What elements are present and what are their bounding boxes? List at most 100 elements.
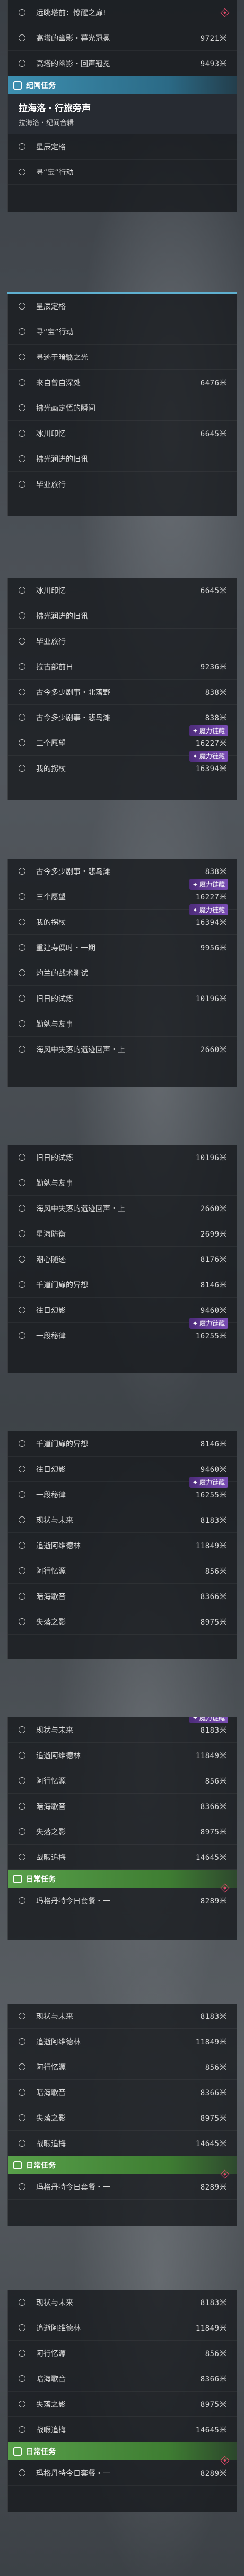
quest-row[interactable]: 现状与未来 8183米 [8, 2004, 237, 2029]
quest-row[interactable]: 重建寿偶时・一期 9956米 [8, 935, 237, 960]
quest-row[interactable]: 追逝阿维德林 11849米 [8, 2029, 237, 2054]
book-icon [13, 81, 22, 90]
quest-row[interactable]: 勤勉与友事 [8, 1170, 237, 1196]
quest-row[interactable]: 毕业旅行 [8, 472, 237, 497]
quest-row[interactable]: 我的拐杖 16394米 ✦ 魔力链藏 [8, 751, 237, 781]
quest-row[interactable]: 冰川印忆 6645米 [8, 421, 237, 446]
quest-status-circle-icon [19, 2401, 25, 2407]
quest-status-circle-icon [19, 714, 25, 721]
quest-status-circle-icon [19, 2426, 25, 2433]
quest-row[interactable]: 寻“宝”行动 [8, 160, 237, 185]
quest-row[interactable]: 千道门扉的异想 8146米 [8, 1272, 237, 1298]
quest-status-circle-icon [19, 1516, 25, 1523]
quest-row[interactable]: 一段秘律 16255米 ✦ 魔力链藏 [8, 1318, 237, 1348]
quest-row[interactable]: 现状与未来 8183米 [8, 1507, 237, 1533]
quest-status-circle-icon [19, 2013, 25, 2019]
section-header-daily[interactable]: 日常任务 [8, 2156, 237, 2174]
quest-row[interactable]: 拂光画定悟的瞬间 [8, 395, 237, 421]
calendar-icon [13, 2447, 22, 2456]
quest-row[interactable]: 阿行忆源 856米 [8, 1768, 237, 1794]
quest-status-circle-icon [19, 1777, 25, 1784]
quest-row[interactable]: 古今多少剧事・北落野 838米 [8, 680, 237, 705]
magic-tag: ✦ 魔力链藏 [189, 1318, 228, 1329]
quest-status-circle-icon [19, 638, 25, 645]
quest-row[interactable]: 灼兰的战术测试 [8, 960, 237, 986]
section-header-daily[interactable]: 日常任务 [8, 1870, 237, 1888]
quest-list-panel: 远眺塔前：惊醒之扉! 高塔的幽影・暮光冠冕 9721米 高塔的幽影・回声冠冕 949… [7, 0, 237, 212]
quest-row[interactable]: 阿行忆源 856米 [8, 1558, 237, 1584]
quest-row[interactable]: 高塔的幽影・回声冠冕 9493米 [8, 51, 237, 76]
quest-row[interactable]: 失落之影 8975米 [8, 1819, 237, 1845]
quest-row[interactable]: 失落之影 8975米 [8, 1609, 237, 1635]
quest-row[interactable]: 暗海歌音 8366米 [8, 2366, 237, 2392]
quest-row[interactable]: 战暇追梅 14645米 [8, 2417, 237, 2442]
quest-row[interactable]: 战暇追梅 14645米 [8, 2131, 237, 2156]
quest-row[interactable]: 海风中失落的遗迹回声・上 2660米 [8, 1037, 237, 1062]
quest-row[interactable]: 追逝阿维德林 11849米 [8, 2315, 237, 2341]
quest-status-circle-icon [19, 34, 25, 41]
quest-row[interactable]: 星辰定格 [8, 294, 237, 319]
section-header-daily[interactable]: 日常任务 [8, 2442, 237, 2460]
quest-status-circle-icon [19, 1281, 25, 1288]
quest-row[interactable]: 高塔的幽影・暮光冠冕 9721米 [8, 25, 237, 51]
quest-row[interactable]: 旧日的试炼 10196米 [8, 986, 237, 1011]
quest-row[interactable]: 现状与未来 8183米 [8, 2290, 237, 2315]
sparkle-icon: ✦ [192, 1319, 198, 1327]
quest-row[interactable]: 拂光润进的旧讯 [8, 603, 237, 629]
magic-tag: ✦ 魔力链藏 [189, 725, 228, 736]
quest-row[interactable]: 现状与未来 8183米 ✦ 魔力链藏 [8, 1717, 237, 1743]
quest-row[interactable]: 暗海歌音 8366米 [8, 2080, 237, 2105]
quest-row[interactable]: 失落之影 8975米 [8, 2392, 237, 2417]
quest-row[interactable]: 失落之影 8975米 [8, 2105, 237, 2131]
quest-list-panel: 现状与未来 8183米 ✦ 魔力链藏 追逝阿维德林 11849米 阿行忆源 856米 暗海… [7, 1717, 237, 1940]
daily-quest-row[interactable]: 玛格丹特今日套餐・一 8289米 [8, 2169, 237, 2200]
quest-status-circle-icon [19, 1332, 25, 1339]
quest-status-circle-icon [19, 1567, 25, 1574]
quest-row[interactable]: 冰川印忆 6645米 [8, 578, 237, 603]
quest-status-circle-icon [19, 1466, 25, 1472]
quest-list-panel: 千道门扉的异想 8146米 往日幻影 9460米 一段秘律 16255米 ✦ 魔力链藏 现… [7, 1431, 237, 1659]
quest-row[interactable]: 战暇追梅 14645米 [8, 1845, 237, 1870]
quest-status-circle-icon [19, 404, 25, 411]
quest-row[interactable]: 远眺塔前：惊醒之扉! [8, 0, 237, 25]
quest-row[interactable]: 寻“宝”行动 [8, 319, 237, 345]
quest-status-circle-icon [19, 1179, 25, 1186]
quest-row[interactable]: 旧日的试炼 10196米 [8, 1145, 237, 1170]
daily-quest-row[interactable]: 玛格丹特今日套餐・一 8289米 [8, 1883, 237, 1913]
quest-row[interactable]: 毕业旅行 [8, 629, 237, 654]
quest-status-circle-icon [19, 1854, 25, 1860]
quest-row[interactable]: 暗海歌音 8366米 [8, 1794, 237, 1819]
quest-row[interactable]: 海风中失落的遗迹回声・上 2660米 [8, 1196, 237, 1221]
quest-row[interactable]: 阿行忆源 856米 [8, 2054, 237, 2080]
section-header-lore[interactable]: 纪闻任务 [8, 76, 237, 94]
sparkle-icon: ✦ [192, 1478, 198, 1486]
quest-row[interactable]: 拉古部前日 9236米 [8, 654, 237, 680]
quest-row[interactable]: 我的拐杖 16394米 ✦ 魔力链藏 [8, 904, 237, 935]
selected-quest[interactable]: 拉海洛・行旅旁声 拉海洛・纪闻合辑 [8, 94, 237, 134]
quest-row[interactable]: 暗海歌音 8366米 [8, 1584, 237, 1609]
quest-row[interactable]: 拂光润进的旧讯 [8, 446, 237, 472]
daily-quest-row[interactable]: 玛格丹特今日套餐・一 8289米 [8, 2456, 237, 2486]
quest-status-circle-icon [19, 944, 25, 951]
quest-row[interactable]: 星海防衡 2699米 [8, 1221, 237, 1247]
quest-row[interactable]: 阿行忆源 856米 [8, 2341, 237, 2366]
quest-row[interactable]: 一段秘律 16255米 ✦ 魔力链藏 [8, 1477, 237, 1507]
magic-tag: ✦ 魔力链藏 [189, 751, 228, 762]
quest-status-circle-icon [19, 587, 25, 594]
quest-status-circle-icon [19, 1726, 25, 1733]
quest-status-circle-icon [19, 1440, 25, 1447]
quest-status-circle-icon [19, 1752, 25, 1759]
quest-status-circle-icon [19, 2350, 25, 2357]
sparkle-icon: ✦ [192, 880, 198, 888]
quest-row[interactable]: 追逝阿维德林 11849米 [8, 1743, 237, 1768]
quest-status-circle-icon [19, 1828, 25, 1835]
quest-row[interactable]: 千道门扉的异想 8146米 [8, 1431, 237, 1457]
quest-list-panel: 冰川印忆 6645米 拂光润进的旧讯 毕业旅行 拉古部前日 9236米 古今多少剧事… [7, 578, 237, 800]
quest-row[interactable]: 追逝阿维德林 11849米 [8, 1533, 237, 1558]
quest-row[interactable]: 来自曾自深处 6476米 [8, 370, 237, 395]
quest-row[interactable]: 寻迹于暗翳之光 [8, 345, 237, 370]
quest-row[interactable]: 勤勉与友事 [8, 1011, 237, 1037]
quest-row[interactable]: 潮心随迹 8176米 [8, 1247, 237, 1272]
quest-row[interactable]: 星辰定格 [8, 134, 237, 160]
sparkle-icon: ✦ [192, 727, 198, 735]
